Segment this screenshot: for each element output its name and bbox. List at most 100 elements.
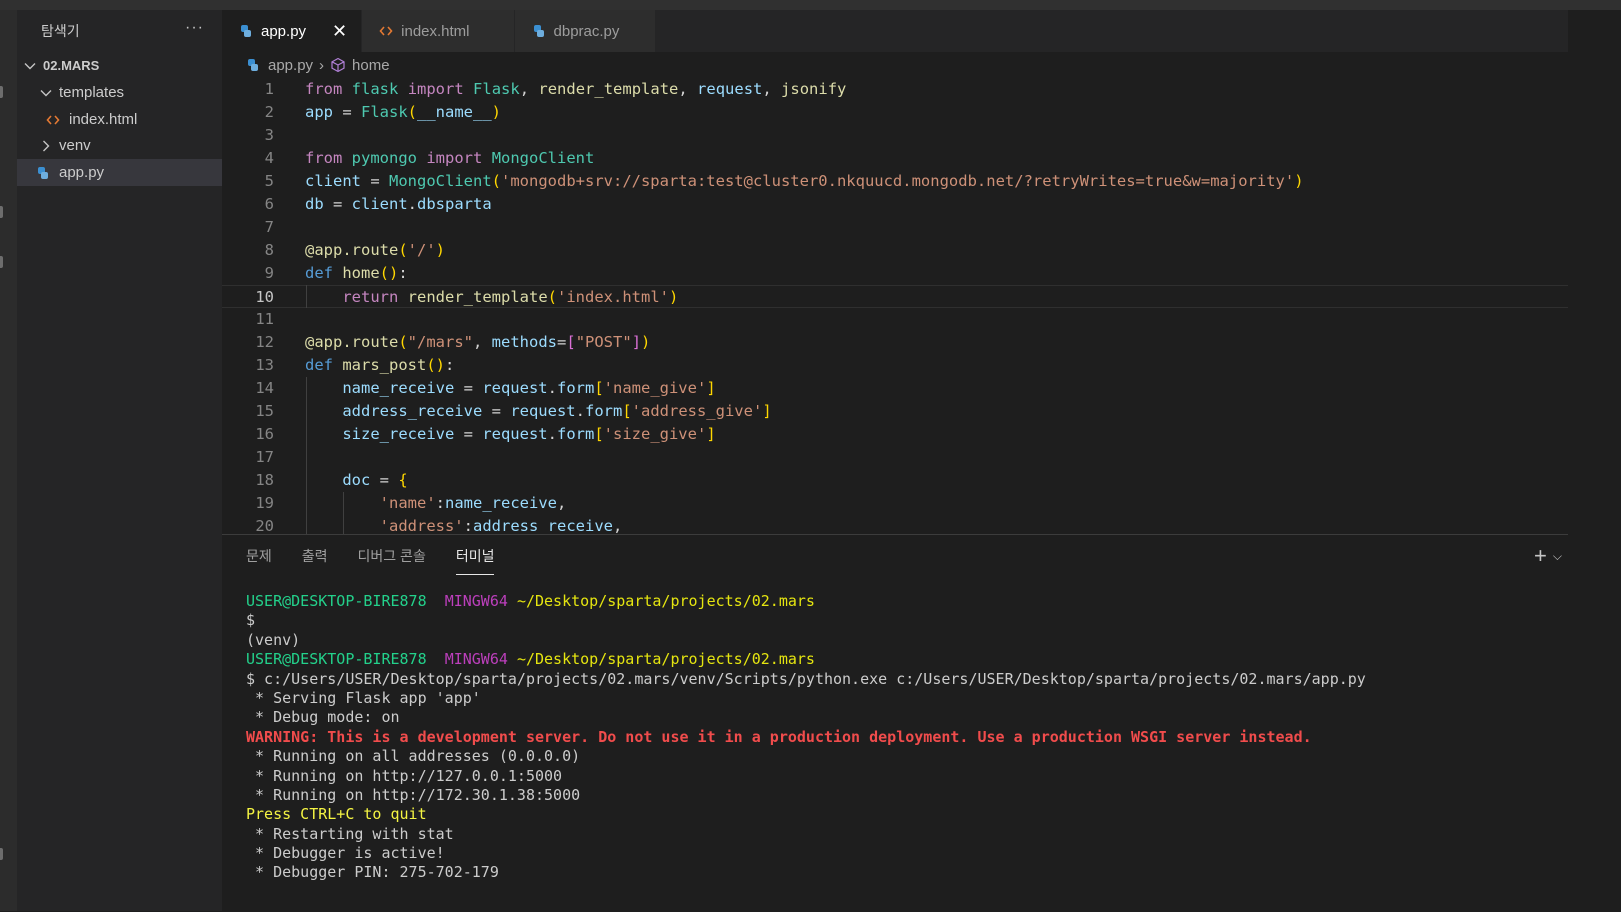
terminal-line: $ c:/Users/USER/Desktop/sparta/projects/… (246, 670, 1566, 689)
code-token: ( (398, 241, 408, 259)
code-token: , (678, 80, 698, 98)
code-line[interactable]: 12 @app.route("/mars", methods=["POST"]) (222, 331, 1568, 354)
code-line[interactable]: 2 app = Flask(__name__) (222, 101, 1568, 124)
tab-dbprac-py[interactable]: dbprac.py (514, 10, 657, 52)
symbol-method-icon (330, 57, 346, 73)
terminal-text: ~/Desktop/sparta/projects/02.mars (516, 650, 815, 669)
terminal-line: Press CTRL+C to quit (246, 805, 1566, 824)
terminal-text: * Running on all addresses (0.0.0.0) (246, 747, 581, 766)
tab-app-py[interactable]: app.py ✕ (222, 10, 363, 52)
chevron-down-icon (39, 86, 53, 100)
code-token: ] (706, 379, 716, 397)
breadcrumb-symbol[interactable]: home (352, 57, 390, 74)
code-line[interactable]: 15 address_receive = request.form['addre… (222, 400, 1568, 423)
code-token: () (379, 264, 399, 282)
code-line[interactable]: 4 from pymongo import MongoClient (222, 147, 1568, 170)
code-line[interactable]: 10 return render_template('index.html') (222, 285, 1568, 308)
code-token: name_receive (445, 494, 557, 512)
code-token: Flask (473, 80, 520, 98)
tab-problems[interactable]: 문제 (246, 535, 272, 577)
breadcrumb-file[interactable]: app.py (268, 57, 313, 74)
code-text: def home(): (305, 262, 408, 285)
code-text: @app.route("/mars", methods=["POST"]) (305, 331, 650, 354)
chevron-right-icon (39, 139, 53, 153)
tree-item-index-html[interactable]: index.html (17, 106, 222, 133)
activity-indicator (0, 848, 3, 860)
code-line[interactable]: 7 (222, 216, 1568, 239)
code-token: form (584, 402, 623, 420)
code-token: = (557, 333, 567, 351)
code-token: [ (594, 379, 604, 397)
code-line[interactable]: 17 (222, 446, 1568, 469)
line-number: 7 (264, 218, 274, 236)
tree-item-label: venv (59, 137, 91, 154)
code-token: client (351, 195, 408, 213)
code-token: = (482, 402, 511, 420)
code-token: ) (435, 241, 446, 259)
terminal-line: USER@DESKTOP-BIRE878 MINGW64 ~/Desktop/s… (246, 650, 1566, 669)
tree-item-templates[interactable]: templates (17, 79, 222, 106)
line-number: 3 (264, 126, 274, 144)
line-number: 2 (264, 103, 274, 121)
code-line[interactable]: 19 'name':name_receive, (222, 492, 1568, 515)
tree-root-folder[interactable]: 02.MARS (17, 52, 222, 79)
code-token: Flask (361, 103, 408, 121)
code-line[interactable]: 1 from flask import Flask, render_templat… (222, 78, 1568, 101)
code-token: ( (398, 333, 408, 351)
html-icon (378, 23, 394, 39)
code-line[interactable]: 20 'address':address_receive, (222, 515, 1568, 534)
code-token: . (407, 195, 418, 213)
tab-output[interactable]: 출력 (302, 535, 328, 577)
line-number: 20 (255, 517, 274, 534)
code-token: '/' (407, 241, 436, 259)
chevron-down-icon[interactable]: ⌵ (1553, 549, 1562, 564)
code-line[interactable]: 14 name_receive = request.form['name_giv… (222, 377, 1568, 400)
code-token: { (398, 471, 408, 489)
bottom-panel: 문제 출력 디버그 콘솔 터미널 + ⌵ USER@DESKTOP-BIRE87… (222, 534, 1568, 912)
line-number: 4 (264, 149, 274, 167)
code-token: dbsparta (417, 195, 492, 213)
tab-label: dbprac.py (553, 22, 620, 40)
code-token: 'address_give' (631, 402, 763, 420)
tab-label: app.py (261, 22, 307, 40)
code-line[interactable]: 11 (222, 308, 1568, 331)
tree-item-label: index.html (69, 111, 138, 128)
more-actions-icon[interactable]: ··· (185, 19, 204, 37)
code-editor[interactable]: 1 from flask import Flask, render_templat… (222, 78, 1568, 534)
tree-item-app-py[interactable]: app.py (17, 159, 222, 186)
line-number: 16 (255, 425, 274, 443)
code-line[interactable]: 18 doc = { (222, 469, 1568, 492)
line-number: 12 (255, 333, 274, 351)
right-gutter (1568, 10, 1621, 911)
tab-index-html[interactable]: index.html (362, 10, 515, 52)
code-text: db = client.dbsparta (305, 193, 492, 216)
tab-terminal[interactable]: 터미널 (455, 535, 494, 577)
code-token: = (370, 471, 399, 489)
code-token: . (575, 402, 585, 420)
code-line[interactable]: 16 size_receive = request.form['size_giv… (222, 423, 1568, 446)
python-icon (246, 57, 262, 73)
terminal-output[interactable]: USER@DESKTOP-BIRE878 MINGW64 ~/Desktop/s… (246, 592, 1566, 883)
line-number: 5 (264, 172, 274, 190)
terminal-line: (venv) (246, 631, 1566, 650)
code-line[interactable]: 8 @app.route('/') (222, 239, 1568, 262)
python-file-icon (35, 165, 51, 181)
close-icon[interactable]: ✕ (332, 22, 347, 40)
code-token: import (407, 80, 464, 98)
tab-label: index.html (401, 22, 470, 40)
code-line[interactable]: 5 client = MongoClient('mongodb+srv://spa… (222, 170, 1568, 193)
new-terminal-plus-icon[interactable]: + (1534, 543, 1547, 569)
tab-debug-console[interactable]: 디버그 콘솔 (358, 535, 426, 577)
code-token: ) (491, 103, 502, 121)
code-line[interactable]: 9 def home(): (222, 262, 1568, 285)
code-line[interactable]: 6 db = client.dbsparta (222, 193, 1568, 216)
code-token: "/mars" (407, 333, 473, 351)
code-line[interactable]: 13 def mars_post(): (222, 354, 1568, 377)
code-line[interactable]: 3 (222, 124, 1568, 147)
tree-item-venv[interactable]: venv (17, 132, 222, 159)
